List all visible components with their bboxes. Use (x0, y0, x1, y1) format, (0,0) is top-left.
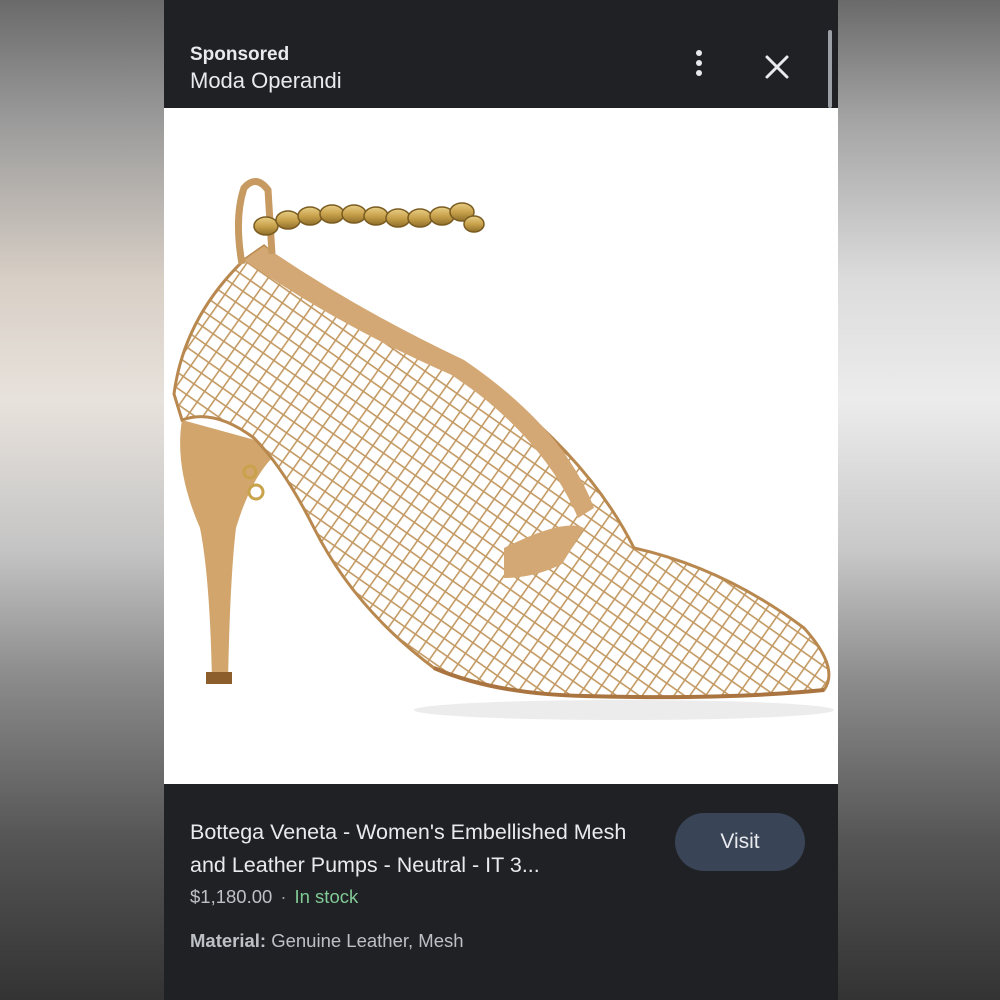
close-icon[interactable] (762, 52, 792, 82)
material-row: Material: Genuine Leather, Mesh (190, 930, 464, 952)
product-title[interactable]: Bottega Veneta - Women's Embellished Mes… (190, 816, 660, 882)
material-label: Material: (190, 930, 267, 951)
background-left (0, 0, 164, 1000)
product-image[interactable] (164, 108, 838, 784)
ad-header: Sponsored Moda Operandi (164, 0, 838, 108)
price-row: $1,180.00 · In stock (190, 886, 358, 908)
chain-strap (253, 202, 485, 236)
ad-panel: Sponsored Moda Operandi Bottega Veneta -… (164, 0, 838, 1000)
scrollbar[interactable] (828, 30, 832, 108)
sponsored-label: Sponsored (190, 44, 290, 65)
background-right (838, 0, 1000, 1000)
stock-status: In stock (294, 886, 359, 907)
material-value: Genuine Leather, Mesh (271, 930, 464, 951)
shoe-image (172, 178, 834, 720)
advertiser-name[interactable]: Moda Operandi (190, 68, 342, 94)
separator-dot: · (280, 886, 287, 907)
product-price: $1,180.00 (190, 886, 273, 907)
more-vert-icon[interactable] (690, 50, 708, 84)
visit-button[interactable]: Visit (675, 813, 805, 871)
product-info: Bottega Veneta - Women's Embellished Mes… (164, 784, 838, 1000)
